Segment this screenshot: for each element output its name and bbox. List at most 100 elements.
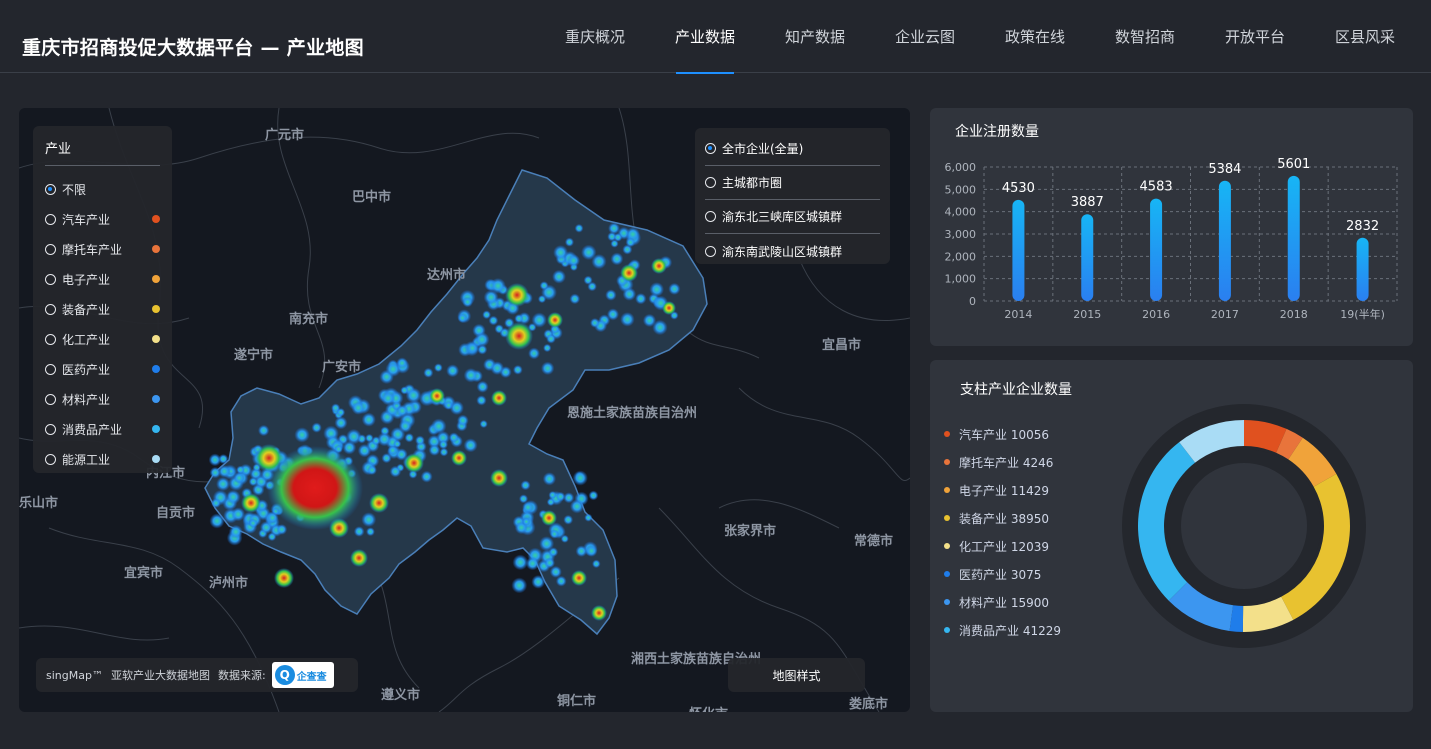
radio-button[interactable] bbox=[705, 177, 716, 188]
bar-value-label: 4583 bbox=[1140, 180, 1173, 195]
bar-2017 bbox=[1218, 180, 1231, 301]
pillar-donut-chart bbox=[1122, 404, 1366, 648]
nav-tab-1[interactable]: 产业数据 bbox=[650, 0, 760, 74]
heat-point bbox=[351, 400, 366, 415]
industry-option[interactable]: 材料产业 bbox=[45, 384, 160, 414]
industry-option[interactable]: 摩托车产业 bbox=[45, 234, 160, 264]
heat-point bbox=[463, 438, 478, 453]
radio-button[interactable] bbox=[45, 363, 56, 375]
heat-point bbox=[542, 472, 557, 486]
radio-button[interactable] bbox=[705, 211, 716, 222]
heat-point bbox=[226, 489, 241, 505]
region-option-label: 渝东南武陵山区城镇群 bbox=[722, 244, 843, 259]
nav-tab-5[interactable]: 数智招商 bbox=[1090, 0, 1200, 73]
city-label: 怀化市 bbox=[689, 703, 728, 712]
heat-point bbox=[357, 443, 372, 458]
industry-option-label: 摩托车产业 bbox=[62, 242, 123, 257]
radio-button[interactable] bbox=[705, 245, 716, 257]
radio-button[interactable] bbox=[45, 333, 56, 345]
heat-point bbox=[589, 317, 600, 328]
heat-point bbox=[668, 282, 681, 295]
registration-panel: 企业注册数量 6,000 5,000 4,000 3,000 2,000 1,000 0 45… bbox=[930, 108, 1413, 346]
industry-option[interactable]: 电子产业 bbox=[45, 264, 160, 294]
region-option[interactable]: 渝东南武陵山区城镇群 bbox=[705, 234, 880, 268]
nav-tab-3[interactable]: 企业云图 bbox=[870, 0, 980, 73]
industry-option-label: 消费品产业 bbox=[62, 422, 123, 437]
industry-color-dot bbox=[152, 335, 160, 343]
industry-color-dot bbox=[152, 215, 160, 223]
heat-point bbox=[428, 444, 441, 456]
region-option[interactable]: 渝东北三峡库区城镇群 bbox=[705, 200, 880, 234]
heat-hotspot bbox=[662, 301, 676, 315]
heat-point bbox=[276, 524, 288, 535]
industry-option[interactable]: 医药产业 bbox=[45, 354, 160, 384]
heat-point bbox=[572, 470, 588, 486]
nav-tab-2[interactable]: 知产数据 bbox=[760, 0, 870, 73]
industry-option[interactable]: 汽车产业 bbox=[45, 204, 160, 234]
radio-button[interactable] bbox=[45, 243, 56, 255]
heat-point bbox=[522, 517, 531, 526]
city-label: 达州市 bbox=[427, 268, 467, 283]
x-tick-label: 2014 bbox=[1004, 308, 1032, 321]
industry-option[interactable]: 消费品产业 bbox=[45, 414, 160, 444]
heat-point bbox=[361, 412, 376, 427]
heat-point bbox=[366, 527, 375, 537]
heat-hotspot bbox=[404, 453, 424, 473]
heat-point bbox=[415, 435, 425, 446]
radio-button[interactable] bbox=[45, 183, 56, 195]
heat-point bbox=[456, 414, 469, 427]
bar-value-label: 4530 bbox=[1002, 181, 1035, 196]
industry-legend-title: 产业 bbox=[45, 138, 160, 166]
city-label: 常德市 bbox=[854, 534, 894, 549]
heat-hotspot bbox=[451, 450, 467, 466]
heat-point bbox=[266, 511, 279, 524]
y-tick-label: 4,000 bbox=[945, 206, 977, 219]
radio-button[interactable] bbox=[45, 393, 56, 405]
y-tick-label: 1,000 bbox=[945, 273, 977, 286]
heat-point bbox=[233, 472, 245, 484]
nav-tab-7[interactable]: 区县风采 bbox=[1310, 0, 1420, 73]
heat-hotspot bbox=[274, 568, 294, 588]
heat-point bbox=[479, 419, 488, 429]
heat-point bbox=[404, 433, 415, 443]
qichacha-logo-text: 企查查 bbox=[296, 671, 327, 683]
map-style-button[interactable]: 地图样式 bbox=[728, 658, 865, 692]
heat-point bbox=[476, 380, 489, 393]
heat-point bbox=[583, 275, 593, 285]
radio-button[interactable] bbox=[45, 303, 56, 315]
heat-point bbox=[482, 310, 492, 320]
radio-button[interactable] bbox=[45, 273, 56, 285]
nav-tab-4[interactable]: 政策在线 bbox=[980, 0, 1090, 73]
heat-point bbox=[483, 289, 499, 305]
radio-button[interactable] bbox=[705, 143, 716, 154]
heat-point bbox=[466, 342, 479, 355]
industry-color-dot bbox=[152, 395, 160, 403]
radio-button[interactable] bbox=[45, 423, 56, 435]
heat-point bbox=[543, 343, 552, 353]
region-option[interactable]: 主城都市圈 bbox=[705, 166, 880, 200]
city-label: 恩施土家族苗族自治州 bbox=[567, 406, 698, 421]
heat-point bbox=[584, 513, 593, 522]
industry-option[interactable]: 装备产业 bbox=[45, 294, 160, 324]
heat-point bbox=[563, 514, 574, 525]
qichacha-logo[interactable]: Q 企查查 bbox=[271, 662, 334, 688]
radio-button[interactable] bbox=[45, 213, 56, 225]
heat-point bbox=[539, 536, 555, 552]
nav-tab-0[interactable]: 重庆概况 bbox=[540, 0, 650, 73]
heat-point bbox=[311, 422, 322, 433]
x-tick-label: 2016 bbox=[1142, 308, 1170, 321]
bar-value-label: 2832 bbox=[1346, 219, 1379, 234]
industry-option[interactable]: 能源工业 bbox=[45, 444, 160, 474]
industry-color-dot bbox=[152, 365, 160, 373]
qichacha-icon: Q bbox=[274, 665, 295, 685]
bar-2018 bbox=[1287, 175, 1300, 301]
heat-hotspot bbox=[491, 390, 507, 406]
region-option[interactable]: 全市企业(全量) bbox=[705, 132, 880, 166]
industry-color-dot bbox=[152, 425, 160, 433]
industry-map[interactable]: 广元市 巴中市 达州市 南充市 遂宁市 广安市 内江市 乐山市 自贡市 宜宾市 泸州市 宜昌市 恩施土家… bbox=[19, 108, 910, 712]
industry-option[interactable]: 化工产业 bbox=[45, 324, 160, 354]
industry-option[interactable]: 不限 bbox=[45, 174, 160, 204]
heat-point bbox=[560, 534, 569, 543]
radio-button[interactable] bbox=[45, 453, 56, 465]
nav-tab-6[interactable]: 开放平台 bbox=[1200, 0, 1310, 73]
